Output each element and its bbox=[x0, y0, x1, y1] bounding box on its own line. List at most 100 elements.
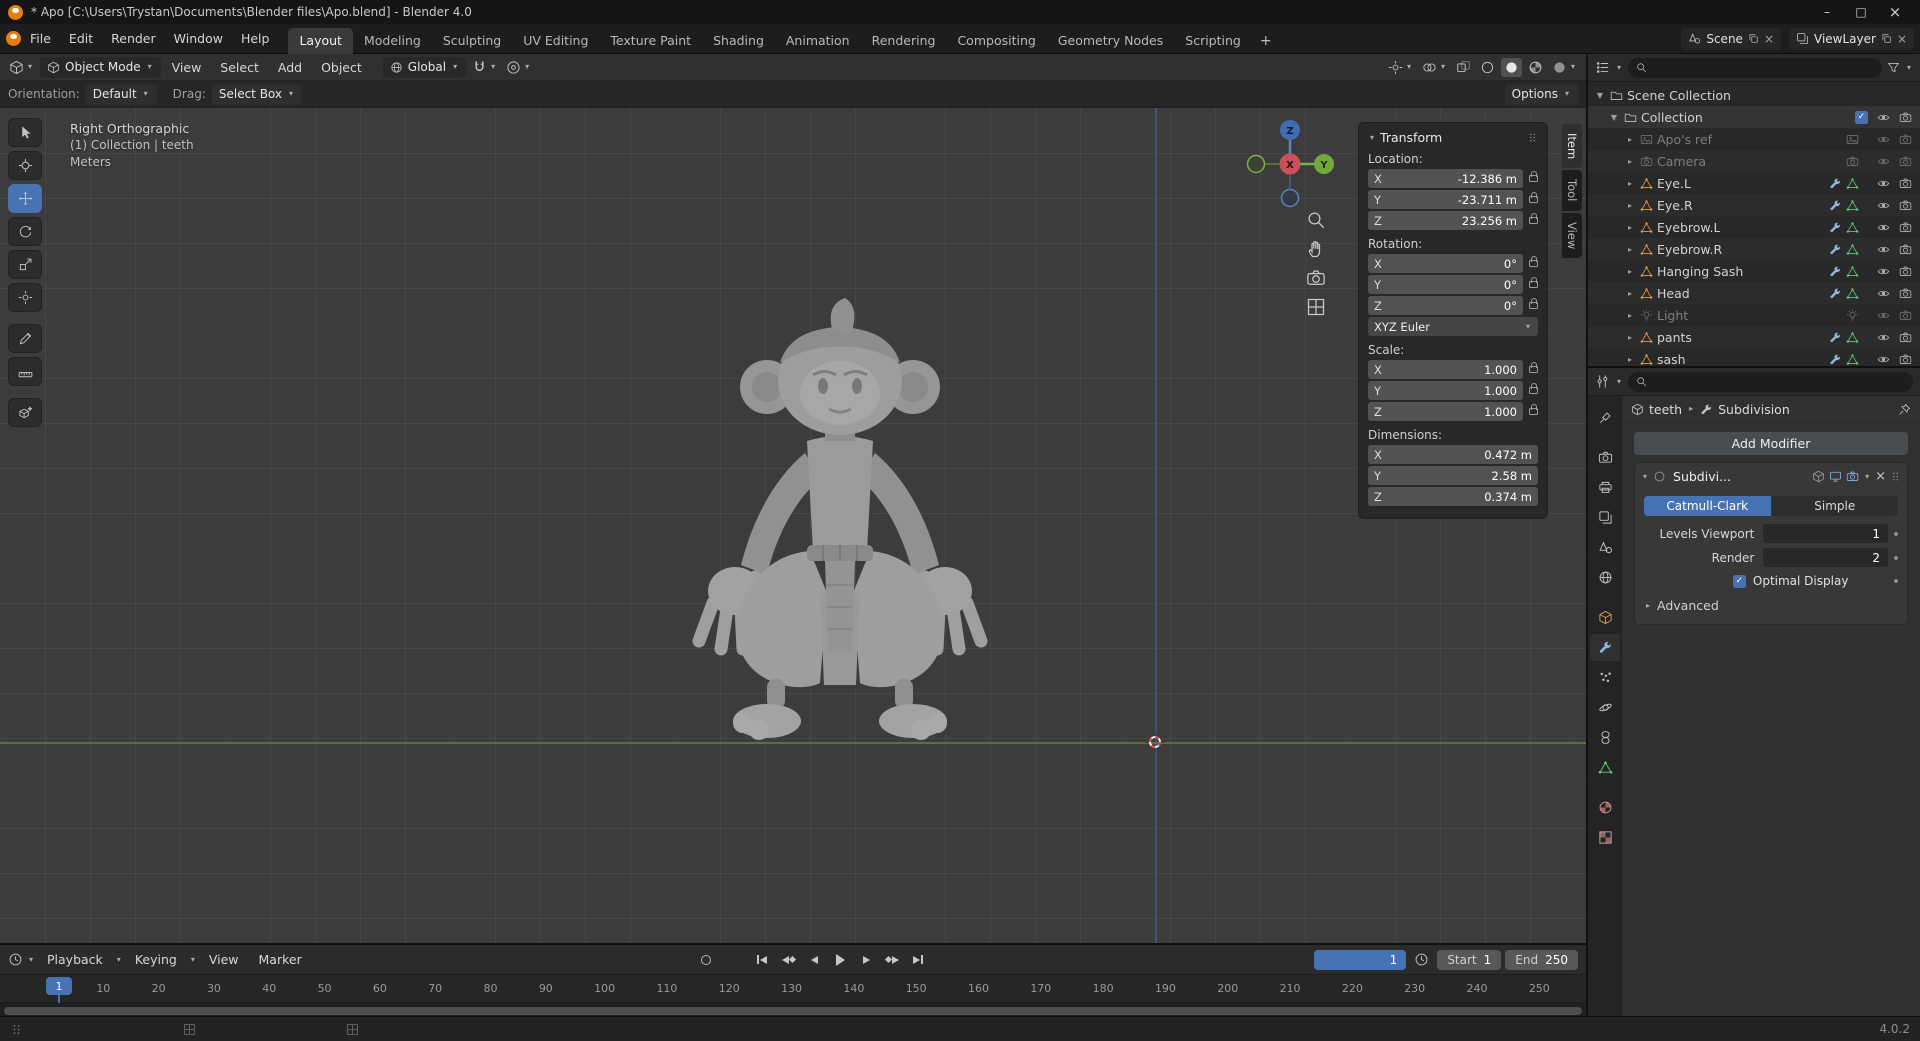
properties-search[interactable] bbox=[1628, 372, 1913, 392]
scale-tool[interactable] bbox=[8, 250, 42, 279]
next-keyframe-button[interactable] bbox=[881, 951, 903, 969]
shading-solid-button[interactable] bbox=[1501, 58, 1522, 77]
menu-edit[interactable]: Edit bbox=[60, 24, 102, 54]
expand-icon[interactable]: ▸ bbox=[1624, 135, 1636, 144]
options-dropdown[interactable]: Options ▾ bbox=[1505, 84, 1578, 105]
hide-eye-icon[interactable] bbox=[1877, 287, 1890, 300]
properties-search-input[interactable] bbox=[1652, 375, 1905, 389]
simple-button[interactable]: Simple bbox=[1772, 496, 1899, 516]
outliner-row-scene-collection[interactable]: ▼ Scene Collection bbox=[1588, 84, 1920, 106]
play-reverse-button[interactable] bbox=[803, 951, 825, 969]
hide-eye-icon[interactable] bbox=[1877, 155, 1890, 168]
expand-icon[interactable]: ▼ bbox=[1608, 113, 1620, 122]
gizmo-minus-z[interactable] bbox=[1282, 190, 1299, 207]
outliner-row-collection[interactable]: ▼ Collection ✓ bbox=[1588, 106, 1920, 128]
xray-toggle[interactable] bbox=[1453, 58, 1474, 77]
tab-object-data[interactable] bbox=[1590, 754, 1620, 781]
lock-icon[interactable] bbox=[1529, 387, 1538, 394]
outliner-row-head[interactable]: ▸ Head bbox=[1588, 282, 1920, 304]
tab-object[interactable] bbox=[1590, 604, 1620, 631]
render-visibility-icon[interactable] bbox=[1899, 155, 1912, 168]
catmull-clark-button[interactable]: Catmull-Clark bbox=[1644, 496, 1771, 516]
timeline-editor-icon[interactable] bbox=[8, 952, 23, 967]
render-visibility-icon[interactable] bbox=[1899, 353, 1912, 366]
unlink-scene-icon[interactable]: × bbox=[1764, 32, 1774, 46]
outliner-row-hanging-sash[interactable]: ▸ Hanging Sash bbox=[1588, 260, 1920, 282]
hide-eye-icon[interactable] bbox=[1877, 265, 1890, 278]
location-y-field[interactable]: Y-23.711 m bbox=[1368, 190, 1523, 209]
hide-eye-icon[interactable] bbox=[1877, 331, 1890, 344]
view-menu[interactable]: View bbox=[201, 952, 247, 967]
outliner-row-pants[interactable]: ▸ pants bbox=[1588, 326, 1920, 348]
outliner-row-eye-l[interactable]: ▸ Eye.L bbox=[1588, 172, 1920, 194]
outliner-row-eye-r[interactable]: ▸ Eye.R bbox=[1588, 194, 1920, 216]
render-visibility-icon[interactable] bbox=[1899, 243, 1912, 256]
render-visibility-icon[interactable] bbox=[1899, 133, 1912, 146]
lock-icon[interactable] bbox=[1529, 175, 1538, 182]
editor-type-button[interactable]: ▾ bbox=[6, 58, 37, 77]
sidebar-tab-item[interactable]: Item bbox=[1562, 124, 1582, 168]
workspace-tab-animation[interactable]: Animation bbox=[775, 28, 861, 54]
edit-mode-display-icon[interactable] bbox=[1812, 470, 1825, 483]
hide-eye-icon[interactable] bbox=[1877, 243, 1890, 256]
workspace-tab-modeling[interactable]: Modeling bbox=[353, 28, 432, 54]
viewport-menu-add[interactable]: Add bbox=[270, 60, 310, 75]
new-viewlayer-icon[interactable] bbox=[1881, 33, 1892, 44]
hide-eye-icon[interactable] bbox=[1877, 199, 1890, 212]
scale-y-field[interactable]: Y1.000 bbox=[1368, 381, 1523, 400]
dimensions-z-field[interactable]: Z0.374 m bbox=[1368, 487, 1538, 506]
lock-icon[interactable] bbox=[1529, 302, 1538, 309]
modifier-name[interactable]: Subdivi... bbox=[1673, 469, 1731, 484]
remove-modifier-icon[interactable]: × bbox=[1875, 469, 1886, 484]
outliner-editor-icon[interactable] bbox=[1595, 60, 1610, 75]
rotate-tool[interactable] bbox=[8, 217, 42, 246]
outliner-row-eyebrow-r[interactable]: ▸ Eyebrow.R bbox=[1588, 238, 1920, 260]
tab-constraints[interactable] bbox=[1590, 724, 1620, 751]
shading-wireframe-button[interactable] bbox=[1477, 58, 1498, 77]
snap-toggle[interactable]: ▾ bbox=[469, 58, 500, 77]
lock-icon[interactable] bbox=[1529, 281, 1538, 288]
animate-dot-icon[interactable] bbox=[1894, 532, 1898, 536]
next-frame-button[interactable] bbox=[855, 951, 877, 969]
pan-hand-icon[interactable] bbox=[1306, 239, 1326, 259]
preview-range-clock-icon[interactable] bbox=[1414, 952, 1429, 967]
expand-icon[interactable]: ▼ bbox=[1594, 91, 1606, 100]
outliner-search[interactable] bbox=[1628, 58, 1882, 78]
drag-grip-icon[interactable] bbox=[1890, 471, 1901, 482]
scale-x-field[interactable]: X1.000 bbox=[1368, 360, 1523, 379]
workspace-tab-sculpting[interactable]: Sculpting bbox=[432, 28, 512, 54]
tab-modifiers[interactable] bbox=[1590, 634, 1620, 661]
collapse-icon[interactable]: ▾ bbox=[1368, 134, 1376, 142]
drag-mode-dropdown[interactable]: Select Box ▾ bbox=[212, 84, 302, 105]
remove-viewlayer-icon[interactable]: × bbox=[1897, 32, 1907, 46]
expand-icon[interactable]: ▸ bbox=[1624, 333, 1636, 342]
expand-icon[interactable]: ▸ bbox=[1624, 289, 1636, 298]
lock-icon[interactable] bbox=[1529, 196, 1538, 203]
keying-menu[interactable]: Keying bbox=[127, 952, 185, 967]
sidebar-tab-view[interactable]: View bbox=[1562, 213, 1582, 258]
gizmo-minus-y[interactable] bbox=[1248, 156, 1265, 173]
panel-grip-icon[interactable] bbox=[1527, 132, 1538, 143]
viewport-menu-select[interactable]: Select bbox=[212, 60, 267, 75]
expand-icon[interactable]: ▸ bbox=[1624, 245, 1636, 254]
rotation-z-field[interactable]: Z0° bbox=[1368, 296, 1523, 315]
navigation-gizmo[interactable]: Z Y X bbox=[1240, 114, 1340, 214]
measure-tool[interactable] bbox=[8, 357, 42, 386]
close-button[interactable]: × bbox=[1878, 0, 1912, 24]
workspace-tab-scripting[interactable]: Scripting bbox=[1174, 28, 1252, 54]
expand-icon[interactable]: ▸ bbox=[1624, 267, 1636, 276]
jump-to-end-button[interactable] bbox=[907, 951, 929, 969]
outliner-search-input[interactable] bbox=[1652, 61, 1874, 75]
editor-corner-icon[interactable] bbox=[10, 1023, 23, 1036]
outliner-row-apos-ref[interactable]: ▸ Apo's ref bbox=[1588, 128, 1920, 150]
optimal-display-checkbox[interactable]: ✓ bbox=[1733, 575, 1746, 588]
proportional-editing-toggle[interactable]: ▾ bbox=[503, 58, 534, 77]
workspace-tab-rendering[interactable]: Rendering bbox=[861, 28, 947, 54]
expand-icon[interactable]: ▸ bbox=[1624, 355, 1636, 364]
dimensions-y-field[interactable]: Y2.58 m bbox=[1368, 466, 1538, 485]
playhead[interactable]: 1 bbox=[46, 977, 72, 995]
animate-dot-icon[interactable] bbox=[1894, 556, 1898, 560]
scrollbar-thumb[interactable] bbox=[4, 1007, 1582, 1015]
rotation-x-field[interactable]: X0° bbox=[1368, 254, 1523, 273]
playback-menu[interactable]: Playback bbox=[39, 952, 111, 967]
